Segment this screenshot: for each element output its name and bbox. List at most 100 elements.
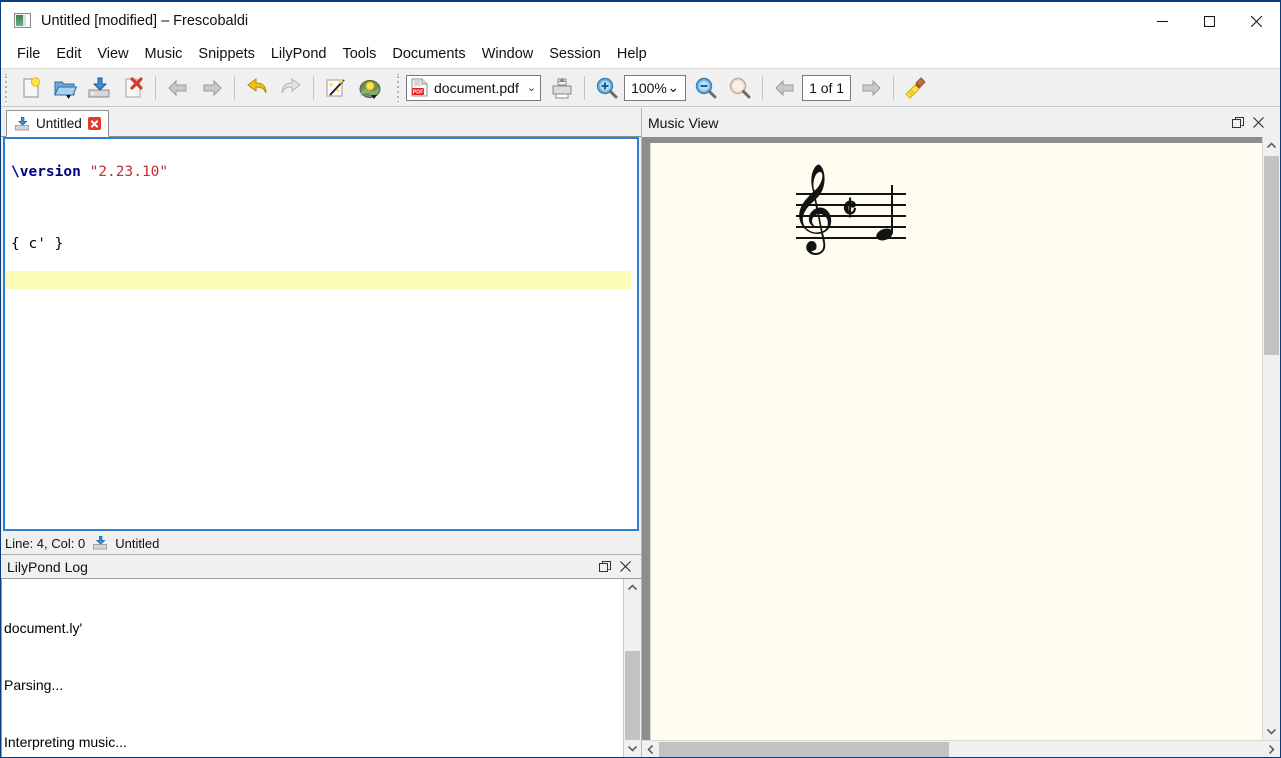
scroll-thumb[interactable] <box>625 651 640 740</box>
lilypond-log-body: document.ly' Parsing... Interpreting mus… <box>1 578 641 758</box>
scroll-track[interactable] <box>624 596 641 740</box>
window-controls <box>1139 2 1280 40</box>
redo-button[interactable] <box>274 72 308 104</box>
engrave-preview-button[interactable] <box>353 72 387 104</box>
music-view-canvas[interactable]: 𝄞 𝄵 <box>642 137 1262 740</box>
pdf-icon: PDF <box>411 78 428 97</box>
editor-pane: Untitled \version "2.23.10" { c' } Line:… <box>1 108 641 758</box>
lilypond-log-scrollbar[interactable] <box>623 579 641 757</box>
close-document-button[interactable] <box>116 72 150 104</box>
document-tab-label: Untitled <box>36 116 82 131</box>
close-tab-icon[interactable] <box>88 117 101 130</box>
log-line: document.ly' <box>4 619 623 638</box>
zoom-original-button[interactable] <box>723 72 757 104</box>
music-view-body: 𝄞 𝄵 <box>642 137 1280 740</box>
lilypond-log-dock: LilyPond Log document.ly' <box>1 554 641 758</box>
scroll-thumb[interactable] <box>1264 156 1279 355</box>
treble-clef-icon: 𝄞 <box>790 169 835 245</box>
document-selector-combo[interactable]: PDF document.pdf ⌄ <box>406 75 541 101</box>
menu-tools[interactable]: Tools <box>334 43 384 65</box>
next-page-button[interactable] <box>854 72 888 104</box>
chevron-down-icon[interactable]: ⌄ <box>667 79 679 96</box>
navigate-back-button[interactable] <box>161 72 195 104</box>
previous-page-button[interactable] <box>768 72 802 104</box>
toolbar-separator <box>155 76 156 100</box>
scroll-left-icon[interactable] <box>642 741 659 758</box>
zoom-out-button[interactable] <box>689 72 723 104</box>
chevron-down-icon[interactable]: ⌄ <box>527 81 536 94</box>
note-head-c[interactable] <box>875 226 895 242</box>
current-document-label: Untitled <box>115 536 159 551</box>
scroll-down-icon[interactable] <box>1263 723 1280 740</box>
close-icon[interactable] <box>615 557 635 577</box>
toolbar-grip[interactable] <box>3 74 11 102</box>
toolbar-separator <box>893 76 894 100</box>
toolbar-separator <box>762 76 763 100</box>
log-line: Interpreting music... <box>4 733 623 752</box>
code-editor[interactable]: \version "2.23.10" { c' } <box>3 137 639 531</box>
scroll-up-icon[interactable] <box>624 579 641 596</box>
music-view-header: Music View <box>642 108 1280 137</box>
undock-icon[interactable] <box>595 557 615 577</box>
menu-music[interactable]: Music <box>137 43 191 65</box>
save-document-icon <box>14 116 30 132</box>
title-bar: Untitled [modified] – Frescobaldi <box>1 2 1280 40</box>
document-tab-untitled[interactable]: Untitled <box>6 110 109 137</box>
code-line: { c' } <box>11 235 637 253</box>
scroll-right-icon[interactable] <box>1263 741 1280 758</box>
menu-window[interactable]: Window <box>474 43 542 65</box>
scroll-up-icon[interactable] <box>1263 137 1280 154</box>
toolbar-grip[interactable] <box>395 74 403 102</box>
lilypond-log-text[interactable]: document.ly' Parsing... Interpreting mus… <box>2 579 623 757</box>
music-view-pane: Music View <box>641 108 1280 758</box>
page-number-field[interactable]: 1 of 1 <box>802 75 851 101</box>
music-view-vscrollbar[interactable] <box>1262 137 1280 740</box>
current-line-highlight <box>5 271 631 289</box>
menu-snippets[interactable]: Snippets <box>190 43 262 65</box>
menu-lilypond[interactable]: LilyPond <box>263 43 335 65</box>
menu-bar: File Edit View Music Snippets LilyPond T… <box>1 40 1280 68</box>
code-content: \version "2.23.10" { c' } <box>5 139 637 325</box>
frescobaldi-icon <box>14 13 31 28</box>
document-selector-value: document.pdf <box>434 80 519 96</box>
print-button[interactable] <box>545 72 579 104</box>
zoom-in-button[interactable] <box>590 72 624 104</box>
scroll-track[interactable] <box>1263 154 1280 723</box>
menu-documents[interactable]: Documents <box>384 43 473 65</box>
new-document-button[interactable] <box>14 72 48 104</box>
document-tab-bar: Untitled <box>1 108 641 137</box>
clear-error-marks-button[interactable] <box>899 72 933 104</box>
undo-button[interactable] <box>240 72 274 104</box>
toolbar-separator <box>313 76 314 100</box>
menu-edit[interactable]: Edit <box>48 43 89 65</box>
toolbar-separator <box>584 76 585 100</box>
zoom-level-value: 100% <box>631 80 667 96</box>
scroll-down-icon[interactable] <box>624 740 641 757</box>
music-view-hscrollbar[interactable] <box>642 740 1280 758</box>
common-time-signature: 𝄵 <box>842 192 857 226</box>
engrave-publish-button[interactable] <box>319 72 353 104</box>
page-number-value: 1 of 1 <box>809 80 844 96</box>
zoom-level-combo[interactable]: 100% ⌄ <box>624 75 686 101</box>
menu-view[interactable]: View <box>89 43 136 65</box>
undock-icon[interactable] <box>1228 113 1248 133</box>
menu-session[interactable]: Session <box>541 43 609 65</box>
scroll-track[interactable] <box>659 741 1263 758</box>
scroll-thumb[interactable] <box>659 742 949 757</box>
code-line: \version "2.23.10" <box>11 163 637 181</box>
close-icon[interactable] <box>1248 113 1268 133</box>
code-line <box>11 199 637 217</box>
save-document-button[interactable] <box>82 72 116 104</box>
maximize-button[interactable] <box>1186 2 1233 40</box>
main-splitter: Untitled \version "2.23.10" { c' } Line:… <box>1 108 1280 758</box>
navigate-forward-button[interactable] <box>195 72 229 104</box>
close-button[interactable] <box>1233 2 1280 40</box>
open-document-button[interactable] <box>48 72 82 104</box>
menu-file[interactable]: File <box>9 43 48 65</box>
note-stem <box>891 185 893 233</box>
menu-help[interactable]: Help <box>609 43 655 65</box>
log-line: Parsing... <box>4 676 623 695</box>
code-token-keyword: \version <box>11 164 90 180</box>
minimize-button[interactable] <box>1139 2 1186 40</box>
score-page[interactable]: 𝄞 𝄵 <box>650 143 1262 740</box>
